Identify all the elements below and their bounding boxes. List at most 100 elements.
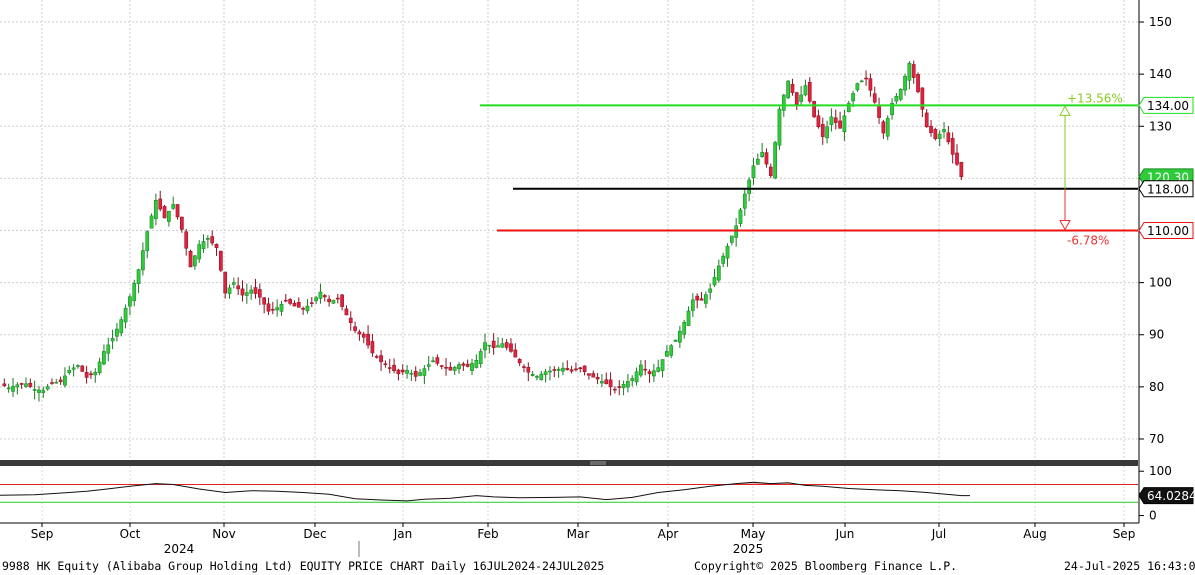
candle-body [357,331,362,335]
oscillator-line [0,481,970,502]
candle-body [84,371,89,378]
candle-body [799,94,803,102]
candle-body [565,368,570,370]
candle-body [561,367,565,372]
candle-body [24,383,28,387]
x-tick-label: Feb [477,527,498,541]
candle-body [569,369,574,372]
x-tick-label: Sep [31,527,54,541]
candle-body [15,384,20,388]
candle-body [483,342,487,351]
candle-body [452,367,457,371]
candle-body [119,319,124,334]
candle-body [708,288,713,293]
footer-title: 9988 HK Equity (Alibaba Group Holding Lt… [2,559,605,573]
candle-body [41,390,46,393]
candle-body [729,235,734,243]
candle-body [154,200,158,220]
candle-body [348,317,353,323]
candle-body [413,371,418,377]
candle-body [634,371,639,383]
candle-body [820,124,825,137]
candle-body [132,282,137,302]
candle-body [673,339,678,342]
candle-body [591,373,596,378]
footer-copyright: Copyright© 2025 Bloomberg Finance L.P. [694,559,958,573]
candle-body [379,355,383,363]
candle-body [240,288,245,296]
range-arrows: +13.56% -6.78% [1059,91,1123,248]
candle-body [660,359,665,371]
candle-body [682,321,687,335]
candle-body [11,386,15,392]
candle-body [773,142,777,179]
candle-body [747,179,752,194]
y-tick-label: 100 [1149,276,1172,290]
candle-body [123,307,128,323]
candle-body [54,381,59,384]
candle-body [924,112,929,128]
oscillator-value-tag-text: 64.0284 [1147,489,1195,503]
candle-body [288,299,292,304]
candle-body [193,255,197,267]
candle-body [353,326,357,331]
candle-body [210,236,215,244]
x-tick-label: Sep [1113,527,1136,541]
candle-body [80,365,85,372]
candle-body [188,250,193,268]
candle-body [435,357,440,364]
candle-body [45,386,50,390]
candle-body [833,117,838,123]
chart-footer: 9988 HK Equity (Alibaba Group Holding Lt… [0,557,1195,575]
candle-body [201,241,206,249]
candle-body [344,308,349,316]
candle-body [283,299,288,302]
candle-body [617,386,622,388]
candle-body [665,351,669,357]
candle-body [552,369,557,371]
candle-body [500,343,505,348]
lower-y-tick-label: 0 [1149,509,1157,523]
x-tick-label: May [741,527,766,541]
candle-body [543,371,548,376]
candle-body [942,129,946,133]
candle-body [448,366,453,371]
candle-body [894,96,899,102]
lower-y-tick-label: 100 [1149,464,1172,478]
candle-body [63,375,67,386]
candle-body [167,210,171,222]
candle-body [522,366,526,368]
candle-body [236,285,241,290]
candle-body [426,364,431,367]
candle-body [266,303,271,312]
candle-body [145,231,150,252]
candle-body [643,368,648,371]
candle-body [340,294,344,307]
divider-bar [0,460,1138,466]
candle-body [630,378,635,381]
x-tick-label: Apr [658,527,679,541]
candle-body [141,250,145,271]
level-tag-118: 118.00 [1138,180,1194,198]
candle-body [898,89,903,100]
candle-body [296,301,301,308]
candle-body [716,265,721,281]
candle-body [829,116,834,125]
candle-body [626,381,630,388]
candle-body [578,367,583,370]
candle-body [691,299,695,311]
candle-body [97,361,102,373]
candle-body [270,308,275,311]
y-tick-label: 140 [1149,67,1172,81]
candle-body [370,341,375,354]
candle-body [257,289,262,298]
horizontal-levels [480,104,1138,232]
candle-body [301,308,305,310]
candle-body [37,389,41,393]
x-tick-label: Dec [303,527,326,541]
candle-body [387,367,392,369]
candle-body [751,165,756,179]
candle-body [842,115,847,132]
y-tick-label: 70 [1149,432,1164,446]
candle-body [71,367,76,370]
